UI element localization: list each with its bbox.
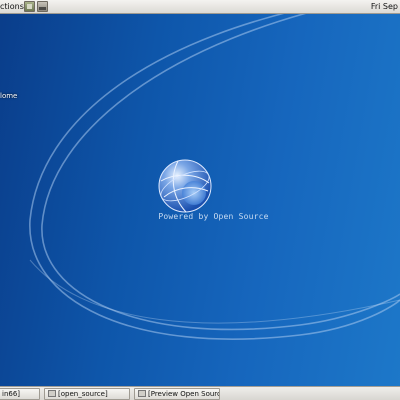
taskbar-item[interactable]: [open_source]: [44, 388, 130, 400]
folder-icon: [48, 390, 56, 397]
taskbar-item-label: [Preview Open Source: [148, 390, 220, 398]
clock[interactable]: Fri Sep: [371, 2, 398, 11]
image-viewer-launcher-icon[interactable]: [24, 1, 35, 12]
terminal-launcher-icon[interactable]: [37, 1, 48, 12]
image-icon: [138, 390, 146, 397]
top-panel: ctions Fri Sep: [0, 0, 400, 14]
desktop-background[interactable]: lome Powered by Open Source: [0, 0, 400, 400]
actions-menu[interactable]: ctions: [0, 2, 24, 11]
taskbar-item-label: in66]: [2, 390, 21, 398]
bottom-panel: in66] [open_source] [Preview Open Source: [0, 386, 400, 400]
taskbar-item[interactable]: [Preview Open Source: [134, 388, 220, 400]
taskbar-item[interactable]: in66]: [0, 388, 40, 400]
taskbar-item-label: [open_source]: [58, 390, 108, 398]
home-icon-label[interactable]: lome: [0, 92, 17, 100]
logo-caption: Powered by Open Source: [158, 212, 269, 221]
globe-logo-icon: [158, 159, 212, 213]
